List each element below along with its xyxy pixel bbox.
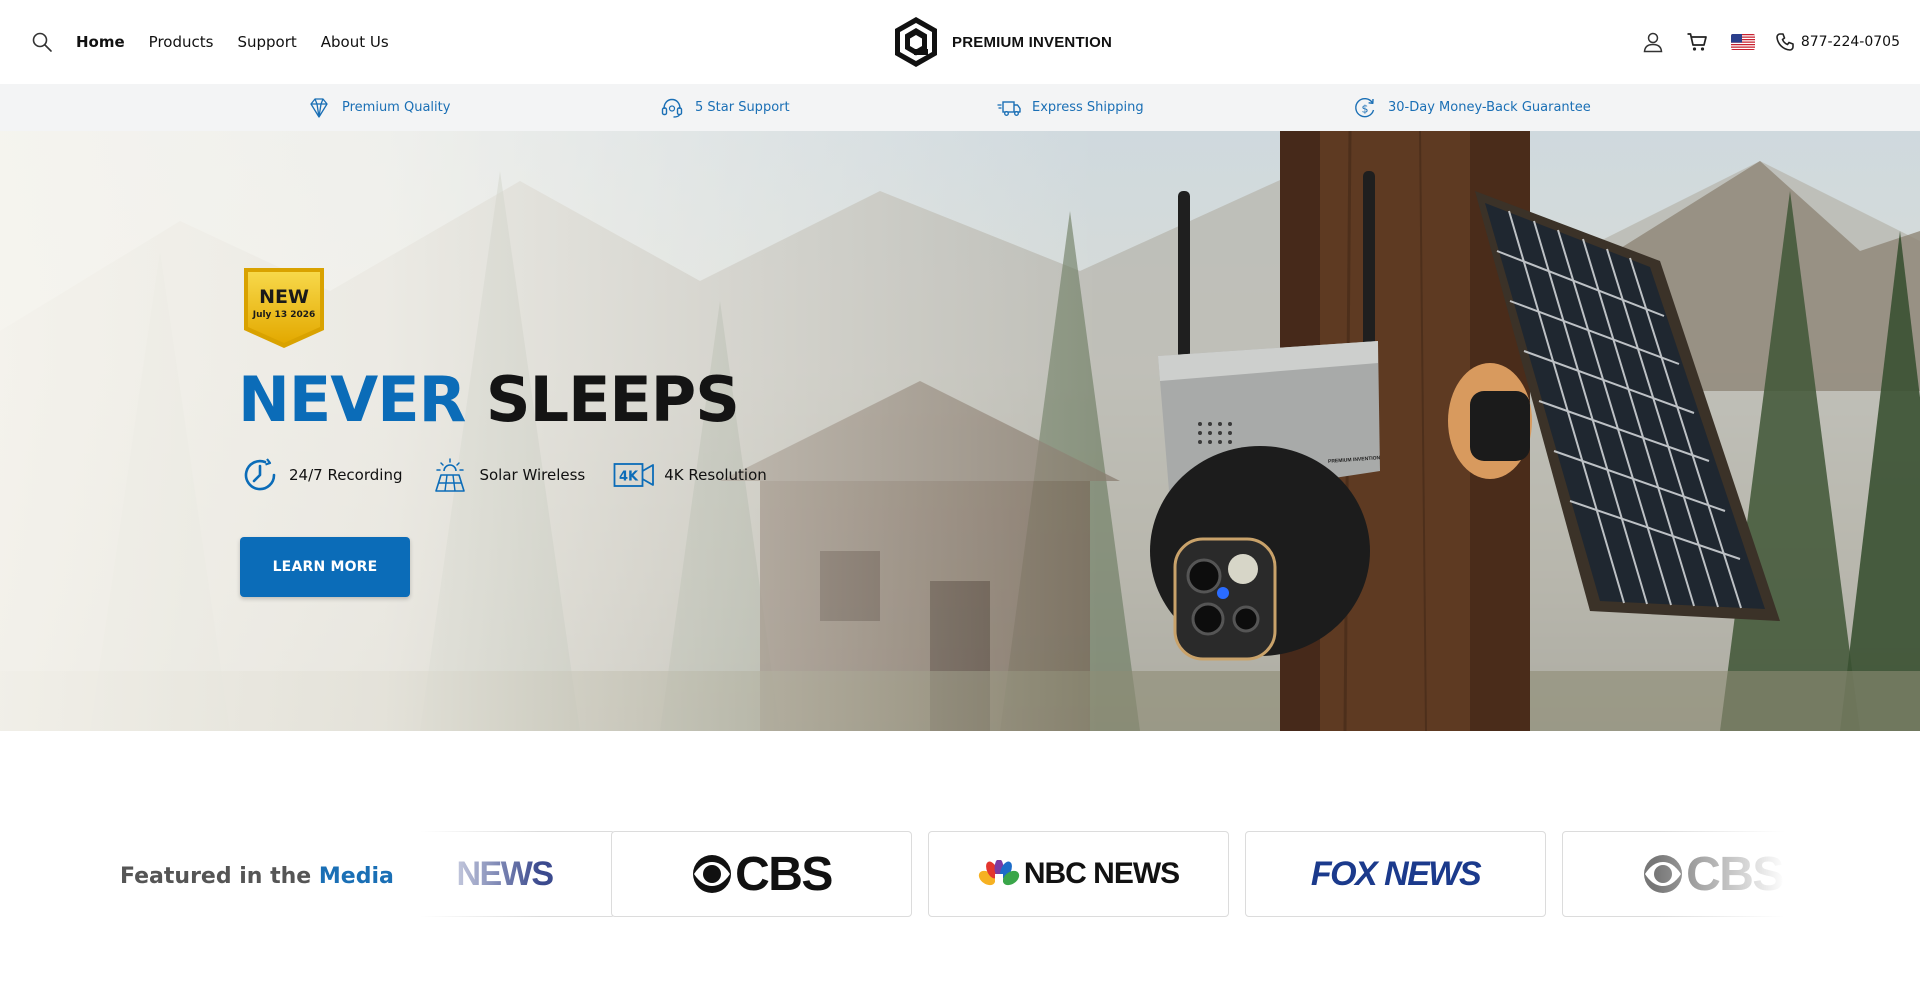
media-logo-carousel: NEWS CBS NBC NEWS FOX NEWS CBS xyxy=(420,831,1785,917)
feature-label: 4K Resolution xyxy=(664,466,767,484)
diamond-icon xyxy=(310,97,328,118)
fox-news-logo: FOX NEWS xyxy=(1310,854,1482,893)
hero-title: NEVER SLEEPS xyxy=(238,369,740,431)
benefit-label: 5 Star Support xyxy=(695,100,790,115)
nav-home[interactable]: Home xyxy=(76,33,125,51)
learn-more-button[interactable]: LEARN MORE xyxy=(240,537,410,597)
media-card-fox-news[interactable]: FOX NEWS xyxy=(1245,831,1546,917)
feature-label: Solar Wireless xyxy=(479,466,586,484)
nav-about-us[interactable]: About Us xyxy=(321,33,389,51)
nbc-peacock-icon xyxy=(978,860,1019,888)
truck-icon xyxy=(997,100,1021,116)
nav-products[interactable]: Products xyxy=(149,33,214,51)
user-icon[interactable] xyxy=(1641,30,1665,54)
us-flag-icon[interactable] xyxy=(1730,34,1755,50)
badge-new-text: NEW xyxy=(259,286,309,308)
brand-logo-link[interactable]: PREMIUM INVENTION xyxy=(892,14,1112,70)
feature-4k: 4K 4K Resolution xyxy=(613,461,767,489)
main-nav: Home Products Support About Us xyxy=(76,0,389,84)
svg-text:$: $ xyxy=(1362,102,1369,115)
media-card-cbs-2[interactable]: CBS xyxy=(1562,831,1785,917)
site-header: Home Products Support About Us PREMIUM I… xyxy=(0,0,1920,84)
cbs-logo: CBS xyxy=(1686,847,1784,901)
solar-panel-icon xyxy=(435,458,466,492)
benefits-bar: Premium Quality 5 Star Support Express S… xyxy=(0,84,1920,131)
search-icon[interactable] xyxy=(30,30,54,54)
hero-title-accent: NEVER xyxy=(238,363,466,436)
phone-icon xyxy=(1776,33,1794,51)
brand-logo-icon xyxy=(895,17,937,67)
media-card-cbs[interactable]: CBS xyxy=(611,831,912,917)
cart-icon[interactable] xyxy=(1685,30,1709,54)
feature-solar: Solar Wireless xyxy=(430,457,585,493)
media-heading-accent: Media xyxy=(318,864,394,889)
benefit-label: Express Shipping xyxy=(1032,100,1144,115)
hero-title-rest: SLEEPS xyxy=(485,363,740,436)
phone-number: 877-224-0705 xyxy=(1800,34,1900,50)
header-actions: 877-224-0705 xyxy=(1641,0,1900,84)
headset-icon xyxy=(661,98,683,118)
benefit-express-shipping: Express Shipping xyxy=(996,84,1144,131)
media-card-news[interactable]: NEWS xyxy=(420,831,615,917)
cbs-eye-icon xyxy=(1644,855,1683,893)
badge-date-text: July 13 2026 xyxy=(252,310,316,320)
benefit-label: Premium Quality xyxy=(342,100,451,115)
clock-icon xyxy=(244,458,276,491)
benefit-money-back: $ 30-Day Money-Back Guarantee xyxy=(1352,84,1591,131)
4k-icon: 4K xyxy=(613,463,655,487)
hero-features: 24/7 Recording Solar Wireless 4K 4K Reso… xyxy=(240,455,767,495)
feature-label: 24/7 Recording xyxy=(289,466,403,484)
phone-link[interactable]: 877-224-0705 xyxy=(1775,32,1900,52)
media-heading-prefix: Featured in the xyxy=(120,864,312,889)
featured-media-section: Featured in the Media NEWS CBS NBC NEWS … xyxy=(0,731,1920,993)
feature-recording: 24/7 Recording xyxy=(240,455,402,495)
benefit-5-star-support: 5 Star Support xyxy=(659,84,790,131)
dollar-refresh-icon: $ xyxy=(1355,97,1375,117)
brand-name: PREMIUM INVENTION xyxy=(952,33,1113,51)
nav-support[interactable]: Support xyxy=(237,33,296,51)
news-logo: NEWS xyxy=(456,854,555,893)
media-card-nbc-news[interactable]: NBC NEWS xyxy=(928,831,1229,917)
hero-banner: PREMIUM INVENTION NEW July 13 2026 NEVER… xyxy=(0,131,1920,731)
nbc-news-logo: NBC NEWS xyxy=(1023,857,1180,890)
cbs-eye-icon xyxy=(693,855,732,893)
cbs-logo: CBS xyxy=(735,847,833,901)
new-badge: NEW July 13 2026 xyxy=(240,266,328,350)
benefit-label: 30-Day Money-Back Guarantee xyxy=(1388,100,1591,115)
svg-text:4K: 4K xyxy=(619,470,639,485)
benefit-premium-quality: Premium Quality xyxy=(306,84,450,131)
media-heading: Featured in the Media xyxy=(120,864,394,889)
